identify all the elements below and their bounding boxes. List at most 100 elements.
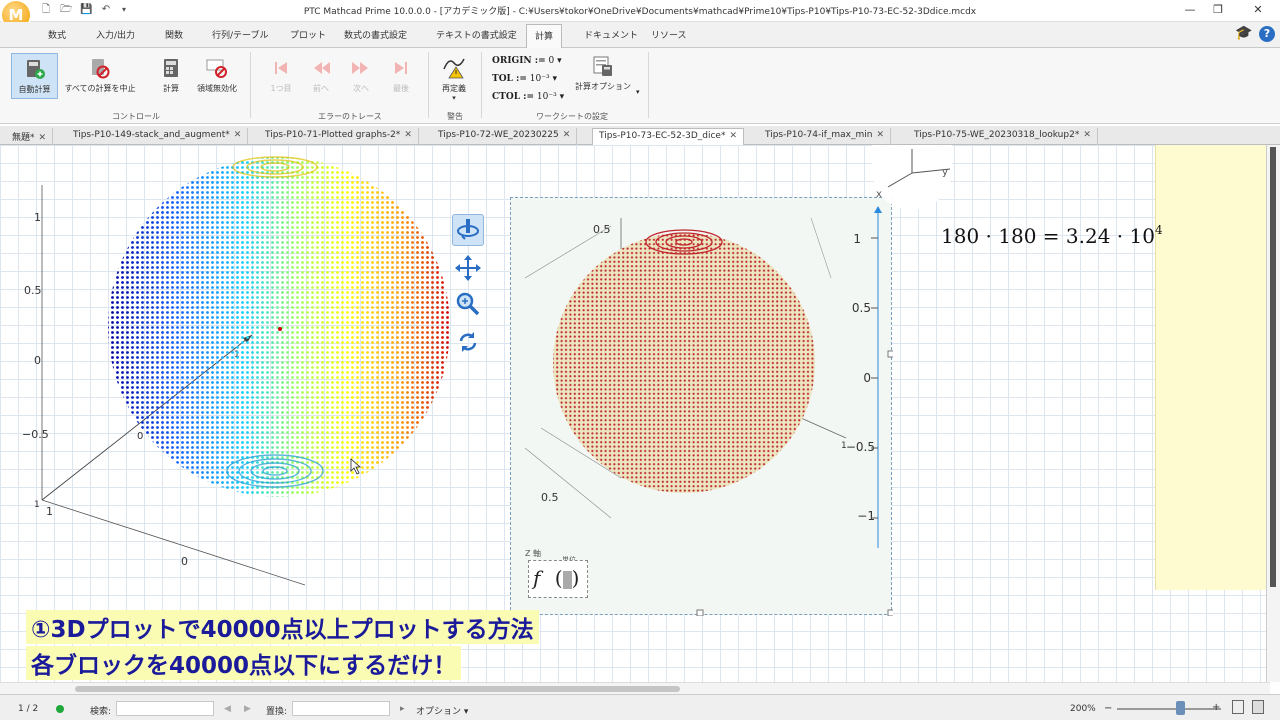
status-bar: 1 / 2 検索: ◀ ▶ 置換: ▸ オプション ▾ 200% − + (0, 694, 1280, 720)
zoom-out-icon[interactable]: − (1104, 703, 1112, 714)
calculate-label: 計算 (163, 84, 179, 93)
zoom-slider-thumb[interactable] (1176, 701, 1185, 715)
mathcad-window: 🗋 🗁 💾 ↶ ▾ PTC Mathcad Prime 10.0.0.0 - [… (0, 0, 1280, 720)
zoom-slider-track[interactable] (1117, 708, 1221, 710)
right-tick-0: 0 (863, 371, 871, 385)
origin-dropdown-icon[interactable]: ▾ (557, 56, 562, 66)
horizontal-scroll-thumb[interactable] (75, 686, 680, 692)
doc-tab-label: Tips-P10-73-EC-52-3D_dice* (599, 131, 726, 141)
ctol-dropdown-icon[interactable]: ▾ (560, 92, 565, 102)
restore-icon[interactable]: ❐ (1206, 2, 1230, 18)
doc-tab[interactable]: 無題* ✕ (6, 128, 54, 145)
zoom-in-icon[interactable]: + (1212, 702, 1220, 713)
page-view-icon[interactable] (1232, 700, 1244, 714)
disable-region-button[interactable]: 領域無効化 (193, 57, 241, 94)
tab-calculation[interactable]: 計算 (526, 24, 563, 48)
close-icon[interactable]: ✕ (1246, 2, 1270, 18)
redefine-dropdown-icon[interactable]: ▾ (437, 94, 471, 102)
origin-setting[interactable]: ORIGIN := 0 ▾ (492, 56, 562, 66)
origin-value: 0 (548, 56, 555, 66)
trace-next-button[interactable]: 次へ (348, 57, 374, 94)
tab-text-formatting[interactable]: テキストの書式設定 (436, 28, 517, 41)
group-label-control: コントロール (112, 112, 160, 121)
calculate-button[interactable]: 計算 (156, 57, 186, 94)
3d-plot-red-sphere[interactable]: 0.5 0.5 1 0.5 0 −0.5 −1 1 (510, 197, 895, 617)
vertical-scroll-thumb[interactable] (1270, 147, 1276, 587)
stop-all-calc-button[interactable]: すべての計算を中止 (60, 57, 140, 94)
graduation-cap-icon[interactable]: 🎓 (1234, 25, 1254, 43)
pan-plot-button[interactable] (452, 253, 484, 285)
reset-plot-button[interactable] (452, 327, 484, 359)
zoom-plot-button[interactable] (452, 289, 484, 321)
redefine-warning-icon (443, 58, 465, 79)
help-icon[interactable]: ? (1259, 26, 1275, 42)
close-tab-icon[interactable]: ✕ (39, 133, 47, 143)
trace-prev-button[interactable]: 前へ (308, 57, 334, 94)
tab-resources[interactable]: リソース (651, 28, 687, 41)
replace-icon[interactable]: ▸ (400, 704, 405, 714)
origin-name: ORIGIN := (492, 56, 546, 66)
tab-input-output[interactable]: 入力/出力 (96, 28, 135, 41)
new-file-icon[interactable]: 🗋 (40, 4, 52, 16)
search-label: 検索: (90, 707, 112, 717)
tol-dropdown-icon[interactable]: ▾ (552, 74, 557, 84)
horizontal-scrollbar[interactable] (0, 682, 1270, 694)
close-tab-icon[interactable]: ✕ (729, 131, 737, 141)
ctol-setting[interactable]: CTOL := 10⁻³ ▾ (492, 92, 564, 102)
disable-region-icon (206, 59, 227, 78)
undo-icon[interactable]: ↶ (100, 4, 112, 16)
plot2-grid-line (810, 217, 832, 279)
tab-document[interactable]: ドキュメント (584, 28, 638, 41)
doc-tab[interactable]: Tips-P10-149-stack_and_augment* ✕ (67, 128, 249, 145)
resize-handle[interactable] (887, 350, 895, 358)
calc-options-label: 計算オプション (575, 82, 631, 91)
open-folder-icon[interactable]: 🗁 (60, 4, 72, 16)
rotate-plot-button[interactable] (452, 214, 484, 246)
close-tab-icon[interactable]: ✕ (563, 130, 571, 140)
page-indicator: 1 / 2 (18, 704, 39, 714)
rotate-icon (457, 219, 479, 240)
qat-dropdown-icon[interactable]: ▾ (118, 4, 130, 16)
3d-plot-rainbow-sphere[interactable]: 1 0.5 0 −0.5 1 0 1 1 0 (20, 145, 490, 590)
close-tab-icon[interactable]: ✕ (876, 130, 884, 140)
tab-math[interactable]: 数式 (48, 28, 66, 41)
resize-handle[interactable] (696, 609, 704, 617)
function-argument-placeholder[interactable]: () (555, 566, 580, 590)
vertical-scrollbar[interactable] (1266, 145, 1280, 682)
close-tab-icon[interactable]: ✕ (1083, 130, 1091, 140)
orientation-indicator[interactable]: y x (872, 145, 952, 210)
replace-input[interactable] (292, 701, 390, 716)
doc-tab-active[interactable]: Tips-P10-73-EC-52-3D_dice* ✕ (592, 128, 745, 145)
search-next-icon[interactable]: ▶ (244, 704, 251, 714)
trace-last-button[interactable]: 最後 (388, 57, 414, 94)
doc-tab-label: 無題* (12, 133, 35, 143)
draft-view-icon[interactable] (1252, 700, 1264, 714)
tab-functions[interactable]: 関数 (165, 28, 183, 41)
trace-first-button[interactable]: 1つ目 (270, 57, 292, 94)
options-button[interactable]: オプション ▾ (416, 704, 468, 717)
doc-tab[interactable]: Tips-P10-74-if_max_min ✕ (759, 128, 891, 145)
doc-tab[interactable]: Tips-P10-71-Plotted graphs-2* ✕ (259, 128, 419, 145)
doc-tab[interactable]: Tips-P10-75-WE_20230318_lookup2* ✕ (908, 128, 1098, 145)
close-tab-icon[interactable]: ✕ (404, 130, 412, 140)
auto-calc-button[interactable]: 自動計算 (11, 53, 58, 99)
minimize-icon[interactable]: — (1178, 2, 1202, 18)
tab-math-formatting[interactable]: 数式の書式設定 (344, 28, 407, 41)
calc-options-button[interactable]: 計算オプション (574, 55, 632, 92)
options-dropdown-icon[interactable]: ▾ (464, 707, 469, 717)
redefine-warning-button[interactable]: 再定義 ▾ (437, 53, 471, 102)
calc-options-dropdown-icon[interactable]: ▾ (636, 88, 640, 96)
tab-matrices-tables[interactable]: 行列/テーブル (212, 28, 269, 41)
doc-tab[interactable]: Tips-P10-72-WE_20230225 ✕ (432, 128, 578, 145)
group-label-warning: 警告 (447, 112, 463, 121)
resize-handle[interactable] (887, 609, 895, 617)
close-tab-icon[interactable]: ✕ (234, 130, 242, 140)
search-prev-icon[interactable]: ◀ (224, 704, 231, 714)
tol-setting[interactable]: TOL := 10⁻³ ▾ (492, 74, 557, 84)
math-region-equation[interactable]: 180 · 180 = 3.24 · 104 (941, 223, 1163, 248)
search-input[interactable] (116, 701, 214, 716)
save-icon[interactable]: 💾 (80, 4, 92, 16)
worksheet-canvas[interactable]: 1 0.5 0 −0.5 1 0 1 1 0 (0, 145, 1270, 682)
z-axis-function-placeholder[interactable]: f () (528, 560, 588, 598)
tab-plots[interactable]: プロット (290, 28, 326, 41)
